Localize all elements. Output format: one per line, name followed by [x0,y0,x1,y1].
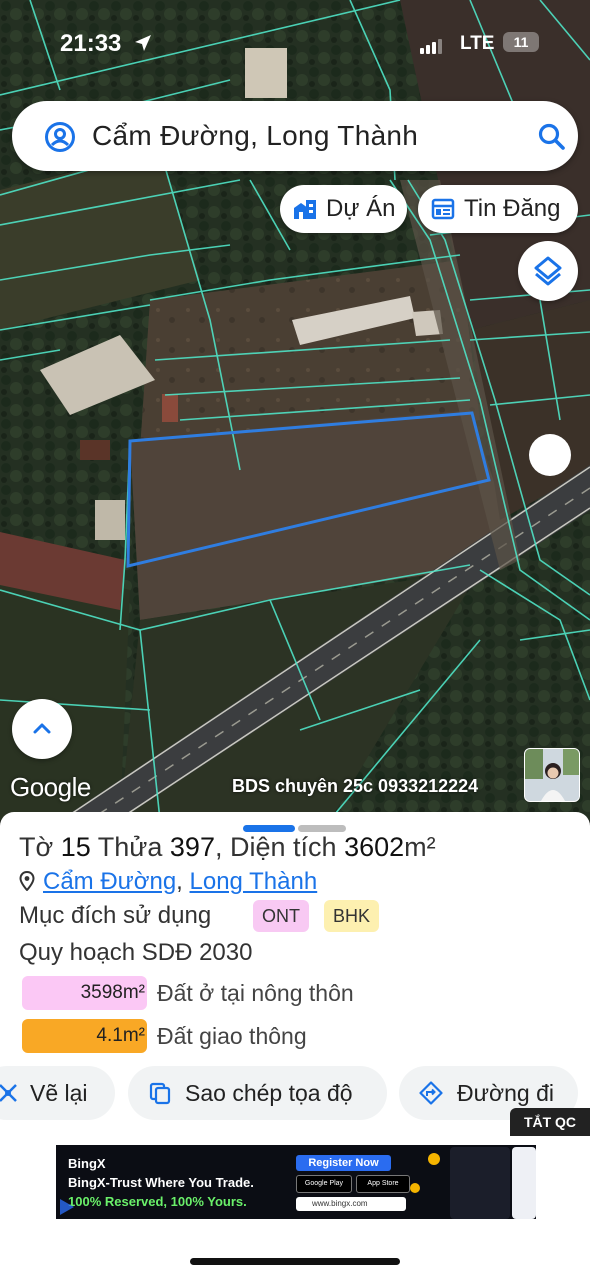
listings-chip[interactable]: Tin Đăng [418,185,578,233]
sheet-number: 15 [60,832,91,862]
profile-photo [525,749,579,801]
redraw-label: Vẽ lại [30,1080,88,1106]
map-pin-icon [19,870,35,892]
avatar[interactable] [524,748,580,802]
zone-description: Đất giao thông [157,1023,307,1049]
zone-area: 3598m² [22,976,147,1010]
redraw-icon [0,1084,17,1102]
copy-coordinates-button[interactable]: Sao chép tọa độ [128,1066,387,1120]
close-ad-button[interactable]: TẮT QC [510,1108,590,1136]
redraw-button[interactable]: Vẽ lại [0,1066,115,1120]
listing-board-icon [431,198,455,220]
account-icon[interactable] [44,121,76,153]
parcel-title: Tờ 15 Thửa 397, Diện tích 3602m² [19,832,436,862]
app-store-badge[interactable]: App Store [356,1175,410,1193]
ad-brand: BingX [68,1156,106,1171]
land-use-purpose-label: Mục đích sử dụng [19,902,212,929]
map-layers-button[interactable] [518,241,578,301]
coin-icon [428,1153,440,1165]
ad-url-bar: www.bingx.com [296,1197,406,1211]
search-bar[interactable]: Cẩm Đường, Long Thành [12,101,578,171]
battery-indicator: 11 [503,32,539,52]
location-arrow-icon [135,35,151,51]
zone-area: 4.1m² [22,1019,147,1053]
land-use-badge-ont: ONT [253,900,309,932]
parcel-location: Cẩm Đường, Long Thành [19,868,317,896]
layers-icon [534,256,562,286]
status-bar: 21:33 LTE 11 [0,30,590,60]
commune-link[interactable]: Cẩm Đường [43,868,176,895]
ad-headline: BingX-Trust Where You Trade. [68,1175,254,1190]
play-triangle-icon [60,1199,74,1215]
lot-number: 397 [169,832,215,862]
land-use-badge-bhk: BHK [324,900,380,932]
map-watermark: BDS chuyên 25c 0933212224 [232,776,479,796]
phone-mockup [450,1147,510,1219]
ad-banner[interactable]: BingX BingX-Trust Where You Trade. 100% … [56,1145,536,1219]
ad-subline: 100% Reserved, 100% Yours. [68,1194,247,1209]
clock: 21:33 [60,30,122,57]
area-value: 3602 [344,832,405,862]
phone-mockup [512,1147,536,1219]
projects-chip[interactable]: Dự Án [280,185,407,233]
search-query[interactable]: Cẩm Đường, Long Thành [92,120,418,152]
zoning-plan-label: Quy hoạch SDĐ 2030 [19,939,253,966]
ad-register-button[interactable]: Register Now [296,1155,391,1171]
search-icon[interactable] [536,121,568,153]
district-link[interactable]: Long Thành [190,868,318,895]
pager-dot-active[interactable] [243,825,295,832]
floating-assist-button[interactable] [529,434,571,476]
google-play-badge[interactable]: Google Play [296,1175,352,1193]
parcel-info-sheet[interactable]: Tờ 15 Thửa 397, Diện tích 3602m² Cẩm Đườ… [0,812,590,1122]
zone-description: Đất ở tại nông thôn [157,980,354,1006]
pager-dot[interactable] [298,825,346,832]
google-logo: Google [10,772,91,802]
copy-coordinates-label: Sao chép tọa độ [185,1080,353,1106]
copy-icon [149,1082,171,1105]
listings-chip-label: Tin Đăng [464,195,561,222]
expand-up-button[interactable] [12,699,72,759]
coin-icon [410,1183,420,1193]
network-type: LTE [460,33,495,54]
projects-chip-label: Dự Án [326,195,396,222]
home-indicator [190,1258,400,1265]
directions-icon [419,1081,443,1105]
city-building-icon [294,200,316,219]
chevron-up-icon [33,723,51,734]
signal-bars-icon [420,36,444,54]
